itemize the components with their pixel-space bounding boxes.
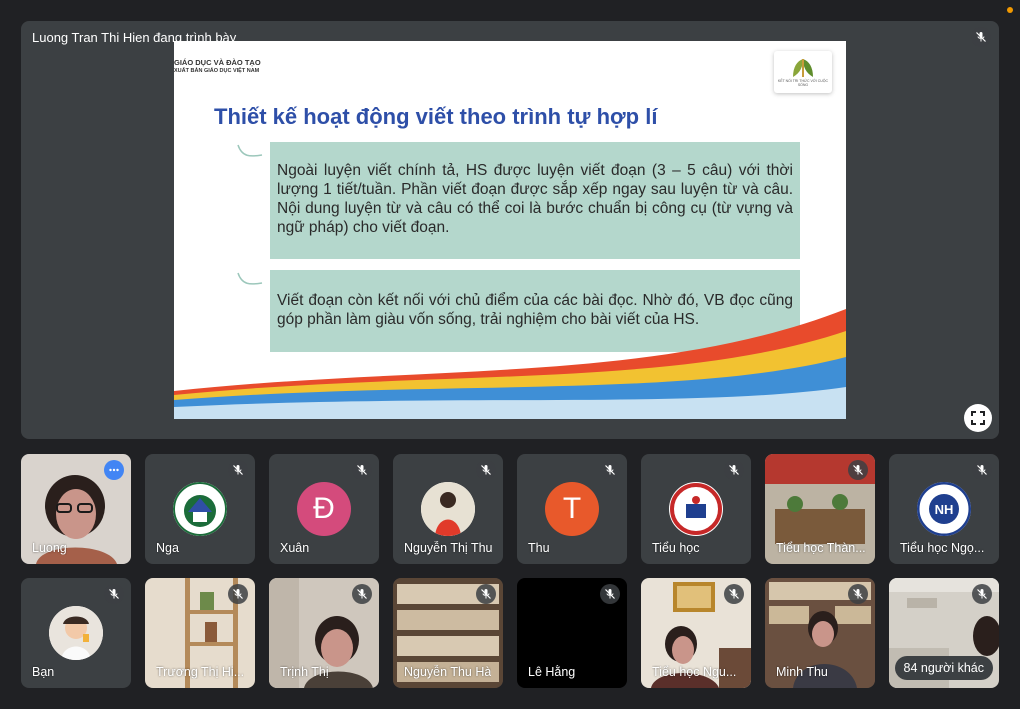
more-options-icon[interactable]: [104, 460, 124, 480]
mic-off-icon: [228, 584, 248, 604]
participant-tile[interactable]: Nguyễn Thu Hà: [393, 578, 503, 688]
other-participants-tile[interactable]: 84 người khác: [889, 578, 999, 688]
presenter-mic-off-icon: [971, 27, 991, 47]
leaf-logo-icon: [793, 59, 813, 77]
participant-tile[interactable]: Tiểu học: [641, 454, 751, 564]
mic-off-icon: [104, 584, 124, 604]
participant-name: Minh Thu: [776, 665, 828, 679]
fullscreen-icon: [971, 411, 985, 425]
mic-off-icon: [724, 584, 744, 604]
participant-tile[interactable]: Lê Hằng: [517, 578, 627, 688]
participant-avatar: T: [545, 482, 599, 536]
participant-name: Trịnh Thị: [280, 665, 329, 679]
school-emblem-icon: [173, 482, 227, 536]
participant-name: Lê Hằng: [528, 665, 576, 679]
participant-name: Xuân: [280, 541, 310, 555]
participant-name: Nguyễn Thu Hà: [404, 665, 492, 679]
slide-title: Thiết kế hoạt động viết theo trình tự hợ…: [214, 104, 658, 129]
participant-name: Tiểu học Thàn...: [776, 541, 866, 555]
school-logo-avatar: [669, 482, 723, 536]
mic-off-icon: [848, 460, 868, 480]
mic-off-icon: [972, 584, 992, 604]
mic-off-icon: [476, 460, 496, 480]
school-emblem-icon: NH: [917, 482, 971, 536]
mic-off-icon: [600, 584, 620, 604]
slide-header: GIÁO DỤC VÀ ĐÀO TẠO XUẤT BẢN GIÁO DỤC VI…: [174, 58, 261, 76]
participant-name: Nguyễn Thị Thu: [404, 541, 493, 555]
participant-name: Nga: [156, 541, 179, 555]
participant-tile[interactable]: NH Tiểu học Ngọ...: [889, 454, 999, 564]
participant-tile[interactable]: Đ Xuân: [269, 454, 379, 564]
mic-off-icon: [848, 584, 868, 604]
participant-tile[interactable]: Bạn: [21, 578, 131, 688]
mic-off-icon: [352, 584, 372, 604]
school-emblem-icon: [670, 483, 722, 535]
mic-off-icon: [476, 584, 496, 604]
school-logo-avatar: NH: [917, 482, 971, 536]
swirl-decoration-icon: [237, 272, 263, 285]
mic-off-icon: [228, 460, 248, 480]
mic-off-icon: [724, 460, 744, 480]
participant-avatar: Đ: [297, 482, 351, 536]
shared-slide: GIÁO DỤC VÀ ĐÀO TẠO XUẤT BẢN GIÁO DỤC VI…: [174, 41, 846, 419]
recording-indicator: [1007, 7, 1013, 13]
mic-off-icon: [352, 460, 372, 480]
svg-text:NH: NH: [935, 502, 954, 517]
school-logo-avatar: [173, 482, 227, 536]
participant-name: Tiểu học Ngu...: [652, 665, 737, 679]
swirl-decoration-icon: [237, 144, 263, 157]
slide-header-line2: XUẤT BẢN GIÁO DỤC VIỆT NAM: [174, 68, 260, 74]
others-count-label[interactable]: 84 người khác: [894, 656, 993, 680]
participant-photo-avatar: [421, 482, 475, 536]
participant-tile[interactable]: T Thu: [517, 454, 627, 564]
participant-name: Tiểu học: [652, 541, 700, 555]
slide-wave-decoration: [174, 309, 846, 419]
participant-tile[interactable]: Tiểu học Ngu...: [641, 578, 751, 688]
participant-name: Luong: [32, 541, 67, 555]
participant-tile[interactable]: Minh Thu: [765, 578, 875, 688]
content-box-1: Ngoài luyện viết chính tả, HS được luyện…: [270, 142, 800, 259]
publisher-logo-text: KẾT NỐI TRI THỨC VỚI CUỘC SỐNG: [777, 79, 829, 87]
participant-tile[interactable]: Tiểu học Thàn...: [765, 454, 875, 564]
participant-tile[interactable]: Trịnh Thị: [269, 578, 379, 688]
participant-tile[interactable]: Nguyễn Thị Thu: [393, 454, 503, 564]
participant-tile[interactable]: Nga: [145, 454, 255, 564]
fullscreen-button[interactable]: [964, 404, 992, 432]
participant-tile[interactable]: Luong: [21, 454, 131, 564]
participant-name: Trương Thị Hi...: [156, 665, 245, 679]
publisher-logo: KẾT NỐI TRI THỨC VỚI CUỘC SỐNG: [774, 51, 832, 93]
presentation-stage: Luong Tran Thi Hien đang trình bày GIÁO …: [21, 21, 999, 439]
slide-header-line1: GIÁO DỤC VÀ ĐÀO TẠO: [174, 58, 261, 67]
participant-name: Bạn: [32, 665, 55, 679]
participant-tile[interactable]: Trương Thị Hi...: [145, 578, 255, 688]
mic-off-icon: [600, 460, 620, 480]
mic-off-icon: [972, 460, 992, 480]
participant-photo-avatar: [49, 606, 103, 660]
participant-name: Thu: [528, 541, 550, 555]
participant-name: Tiểu học Ngọ...: [900, 541, 985, 555]
